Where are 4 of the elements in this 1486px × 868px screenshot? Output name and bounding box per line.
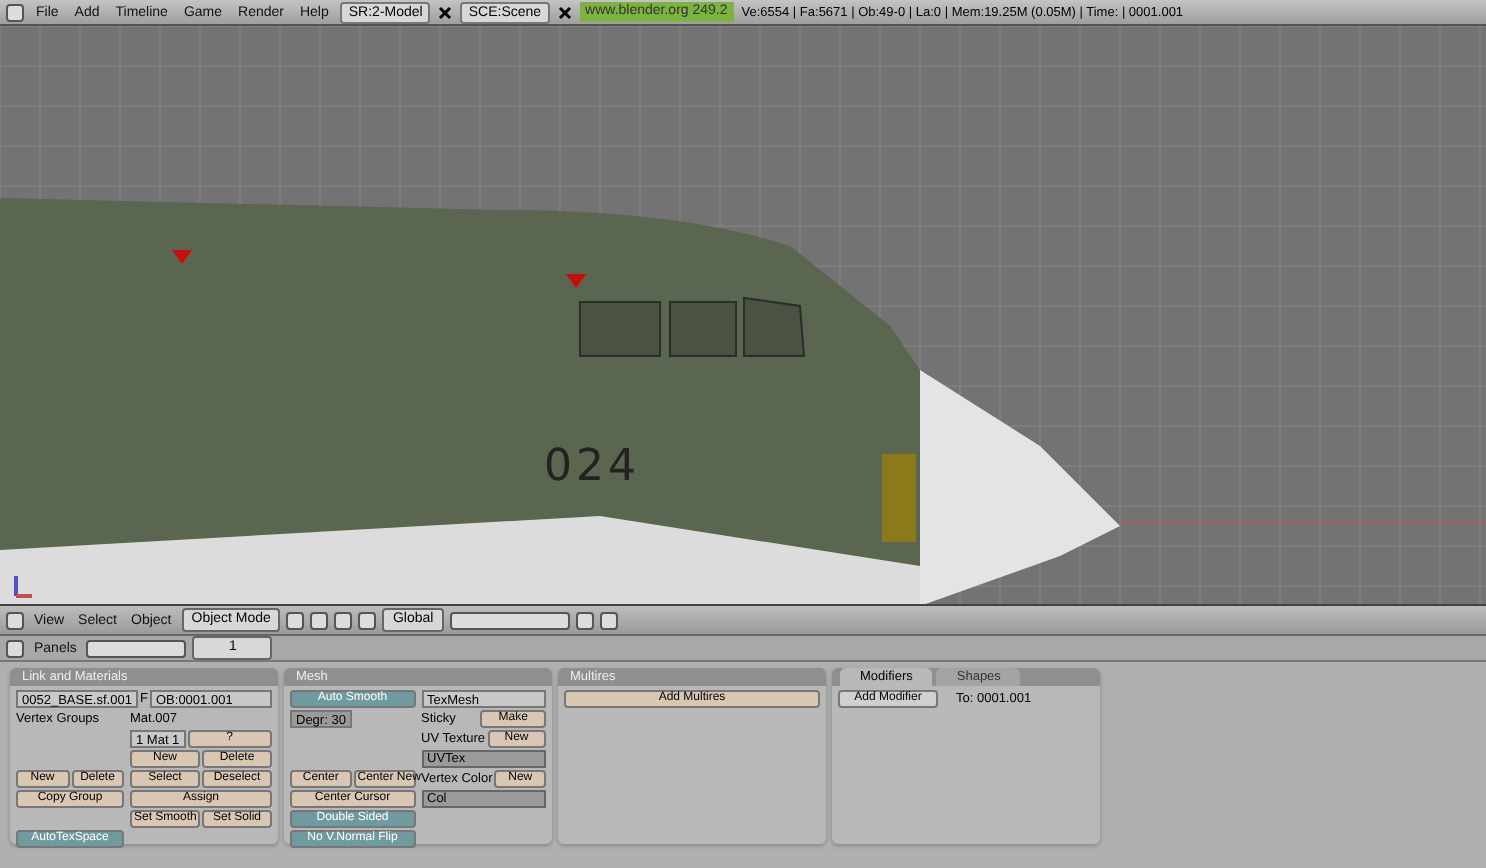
aircraft-drawing: 024 <box>0 198 1120 604</box>
close-icon[interactable] <box>438 5 453 19</box>
close-icon[interactable] <box>557 5 572 19</box>
axis-icon <box>14 576 32 598</box>
